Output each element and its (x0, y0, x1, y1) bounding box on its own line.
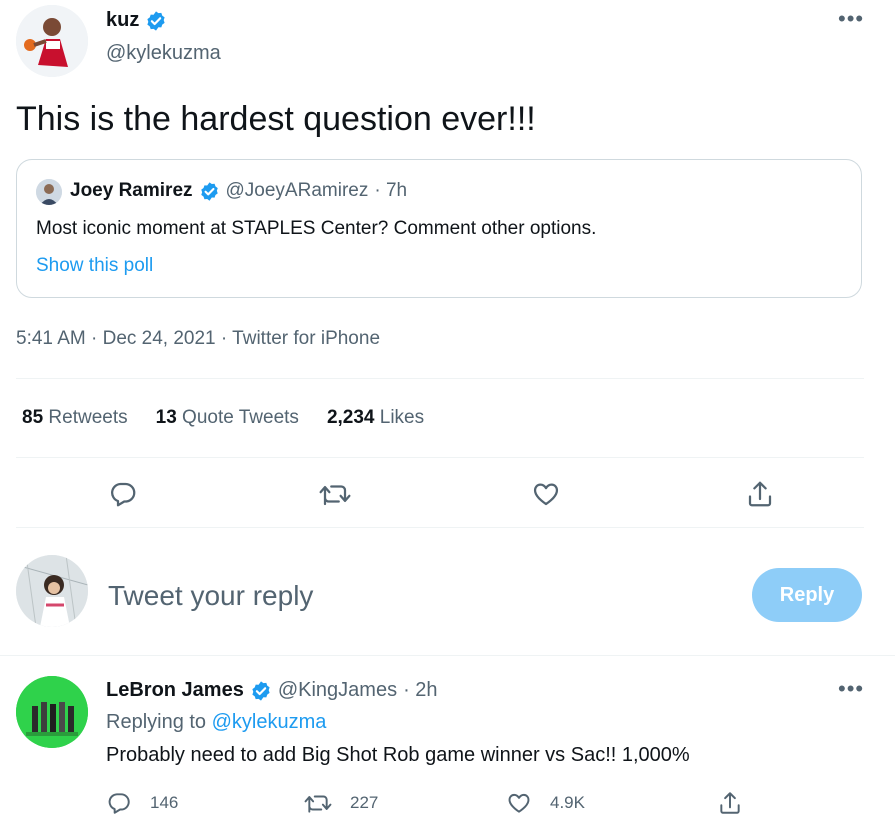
like-count: 4.9K (550, 793, 585, 812)
retweets-label: Retweets (48, 407, 128, 428)
retweet-icon (304, 795, 332, 813)
author-handle[interactable]: @kylekuzma (106, 42, 221, 65)
reply-icon[interactable] (108, 479, 138, 509)
author-avatar[interactable] (16, 5, 88, 77)
retweets-count: 85 (22, 407, 44, 428)
reply-verified-badge-icon (252, 680, 270, 701)
reply-more-options-icon[interactable]: ••• (838, 678, 864, 700)
like-icon (508, 793, 530, 813)
current-user-avatar-image (16, 555, 88, 627)
quoted-avatar-image (36, 179, 62, 205)
reply-author-handle[interactable]: @KingJames (278, 679, 397, 702)
reply-author-avatar[interactable] (16, 676, 88, 748)
more-options-icon[interactable]: ••• (838, 8, 864, 30)
quoted-age: · 7h (374, 180, 408, 201)
retweet-icon[interactable] (317, 479, 353, 509)
quote-tweets-count: 13 (155, 407, 177, 428)
reply-icon (108, 793, 130, 814)
reply-age[interactable]: · 2h (403, 679, 437, 702)
reply-text: Probably need to add Big Shot Rob game w… (106, 744, 690, 766)
divider (0, 655, 895, 656)
replying-to-line: Replying to @kylekuzma (106, 711, 326, 734)
show-poll-link[interactable]: Show this poll (36, 255, 153, 277)
quoted-text: Most iconic moment at STAPLES Center? Co… (36, 218, 597, 239)
retweets-stat[interactable]: 85 Retweets (22, 407, 128, 429)
reply-author-name[interactable]: LeBron James (106, 679, 244, 702)
reply-count: 146 (150, 793, 179, 812)
reply-button[interactable]: Reply (752, 568, 862, 622)
reply-author-avatar-image (16, 676, 88, 748)
quote-tweets-stat[interactable]: 13 Quote Tweets (156, 407, 299, 429)
share-icon[interactable] (745, 479, 775, 509)
divider (16, 378, 864, 379)
likes-label: Likes (379, 407, 425, 428)
quoted-author-avatar (36, 179, 62, 205)
current-user-avatar[interactable] (16, 555, 88, 627)
quoted-verified-badge-icon (200, 181, 218, 201)
tweet-text: This is the hardest question ever!!! (16, 100, 536, 138)
likes-stat[interactable]: 2,234 Likes (327, 407, 424, 429)
stats-row: 85 Retweets 13 Quote Tweets 2,234 Likes (22, 407, 424, 429)
author-name-row: kuz (106, 9, 167, 32)
quoted-header: Joey Ramirez @JoeyARamirez · 7h (70, 180, 407, 202)
reply-action-reply[interactable]: 146 (106, 790, 178, 816)
reply-input[interactable]: Tweet your reply (108, 580, 313, 612)
quoted-author-name: Joey Ramirez (70, 180, 193, 201)
replying-to-prefix: Replying to (106, 711, 207, 733)
divider (16, 457, 864, 458)
verified-badge-icon (147, 10, 165, 31)
reply-action-retweet[interactable]: 227 (302, 790, 378, 816)
quote-tweets-label: Quote Tweets (182, 407, 299, 428)
replying-to-link[interactable]: @kylekuzma (212, 711, 327, 733)
reply-share-icon[interactable] (717, 790, 743, 816)
quoted-author-handle: @JoeyARamirez (225, 180, 369, 201)
tweet-timestamp[interactable]: 5:41 AM · Dec 24, 2021 · Twitter for iPh… (16, 328, 380, 350)
likes-count: 2,234 (326, 407, 375, 428)
author-avatar-image (16, 5, 88, 77)
divider (16, 527, 864, 528)
reply-action-like[interactable]: 4.9K (506, 790, 585, 816)
reply-header: LeBron James @KingJames · 2h (106, 679, 438, 702)
like-icon[interactable] (531, 479, 561, 509)
author-name[interactable]: kuz (106, 9, 139, 32)
retweet-count: 227 (350, 793, 379, 812)
quoted-tweet-card[interactable]: Joey Ramirez @JoeyARamirez · 7h Most ico… (16, 159, 862, 298)
